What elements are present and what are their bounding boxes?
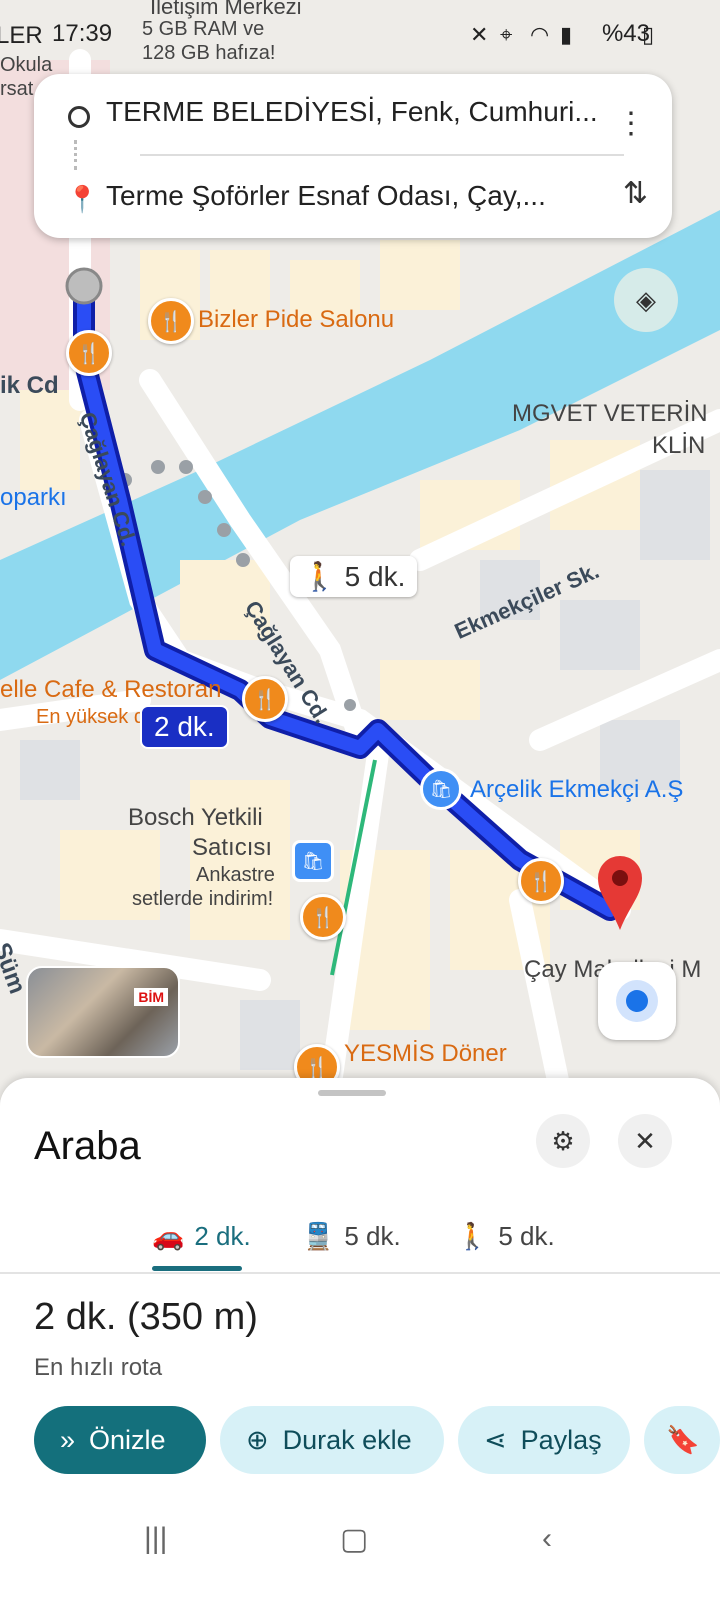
destination-row[interactable]: 📍 Terme Şoförler Esnaf Odası, Çay,... bbox=[34, 166, 672, 226]
restaurant-icon[interactable]: 🍴 bbox=[148, 298, 194, 344]
double-chevron-icon: » bbox=[60, 1424, 76, 1455]
route-time: 2 dk. bbox=[34, 1296, 117, 1338]
home-icon[interactable]: ▢ bbox=[340, 1522, 368, 1557]
save-button[interactable]: 🔖 bbox=[644, 1406, 720, 1474]
close-icon[interactable]: ✕ bbox=[618, 1114, 672, 1168]
tab-transit-label: 5 dk. bbox=[344, 1220, 401, 1251]
recent-apps-icon[interactable]: ||| bbox=[144, 1522, 167, 1556]
poi-bosch[interactable]: Bosch Yetkili bbox=[128, 804, 263, 832]
status-time: 17:39 bbox=[52, 20, 113, 47]
active-tab-indicator bbox=[152, 1266, 242, 1271]
share-button[interactable]: ⋖ Paylaş bbox=[458, 1406, 630, 1474]
shopping-bag-icon[interactable]: 🛍 bbox=[292, 840, 334, 882]
walk-icon: 🚶 bbox=[456, 1220, 489, 1251]
street-view-thumbnail[interactable]: BİM bbox=[26, 966, 180, 1058]
map-label-rsat: rsat bbox=[0, 78, 34, 100]
back-icon[interactable]: ‹ bbox=[542, 1522, 552, 1556]
add-stop-button[interactable]: ⊕ Durak ekle bbox=[220, 1406, 444, 1474]
poi-mgvet[interactable]: MGVET VETERİN bbox=[512, 400, 708, 428]
poi-mgvet-klin[interactable]: KLİN bbox=[652, 432, 705, 460]
walk-time-chip[interactable]: 🚶 5 dk. bbox=[290, 556, 418, 597]
sheet-title: Araba bbox=[34, 1124, 141, 1168]
share-label: Paylaş bbox=[520, 1424, 602, 1455]
tab-walking-label: 5 dk. bbox=[498, 1220, 555, 1251]
poi-yesmis-doner[interactable]: YESMİS Döner bbox=[344, 1040, 507, 1068]
origin-circle-icon bbox=[68, 106, 90, 128]
layers-icon[interactable]: ◈ bbox=[614, 268, 678, 332]
restaurant-icon[interactable]: 🍴 bbox=[242, 676, 288, 722]
restaurant-icon[interactable]: 🍴 bbox=[66, 330, 112, 376]
route-summary: 2 dk. (350 m) bbox=[34, 1296, 258, 1339]
poi-bizler-pide[interactable]: Bizler Pide Salonu bbox=[198, 306, 394, 334]
tab-transit[interactable]: 🚆 5 dk. bbox=[302, 1208, 401, 1264]
card-divider bbox=[140, 154, 624, 156]
poi-bosch-note-1: Ankastre bbox=[196, 864, 275, 886]
my-location-button[interactable] bbox=[598, 962, 676, 1040]
add-location-icon: ⊕ bbox=[246, 1424, 269, 1455]
poi-elle-cafe-note: En yüksek d bbox=[36, 706, 145, 728]
tab-driving[interactable]: 🚗 2 dk. bbox=[152, 1208, 251, 1264]
swap-vert-icon[interactable]: ⇅ bbox=[623, 176, 648, 211]
sheet-drag-handle[interactable] bbox=[318, 1090, 386, 1096]
poi-oparki[interactable]: oparkı bbox=[0, 484, 67, 512]
directions-card: TERME BELEDİYESİ, Fenk, Cumhuri... ⋮ 📍 T… bbox=[34, 74, 672, 238]
tab-walking[interactable]: 🚶 5 dk. bbox=[456, 1208, 555, 1264]
route-note: En hızlı rota bbox=[34, 1354, 163, 1381]
walk-time-label: 5 dk. bbox=[344, 561, 406, 592]
travel-mode-tabs: 🚗 2 dk. 🚆 5 dk. 🚶 5 dk. bbox=[0, 1200, 720, 1274]
restaurant-icon[interactable]: 🍴 bbox=[518, 858, 564, 904]
car-icon: 🚗 bbox=[152, 1220, 185, 1251]
poi-bosch-2[interactable]: Satıcısı bbox=[192, 834, 272, 862]
tune-icon[interactable]: ⚙ bbox=[536, 1114, 590, 1168]
bookmark-icon: 🔖 bbox=[666, 1425, 700, 1455]
drive-time-chip[interactable]: 2 dk. bbox=[140, 705, 229, 749]
destination-field[interactable]: Terme Şoförler Esnaf Odası, Çay,... bbox=[106, 180, 596, 212]
status-prefix-text: LER bbox=[0, 22, 43, 49]
walk-icon: 🚶 bbox=[302, 561, 337, 592]
more-vert-icon[interactable]: ⋮ bbox=[616, 106, 646, 141]
share-icon: ⋖ bbox=[484, 1424, 507, 1455]
preview-label: Önizle bbox=[89, 1424, 166, 1455]
street-label-ik-cd: ik Cd bbox=[0, 372, 59, 399]
location-icon: ⌖ bbox=[500, 22, 513, 47]
battery-icon: ▯ bbox=[642, 22, 655, 47]
store-sign-text: BİM bbox=[134, 988, 168, 1006]
restaurant-icon[interactable]: 🍴 bbox=[300, 894, 346, 940]
tab-driving-label: 2 dk. bbox=[194, 1220, 251, 1251]
signal-icon: ▮ bbox=[560, 22, 573, 47]
origin-row[interactable]: TERME BELEDİYESİ, Fenk, Cumhuri... ⋮ bbox=[34, 82, 672, 142]
poi-elle-cafe[interactable]: elle Cafe & Restoran bbox=[0, 676, 221, 704]
my-location-icon bbox=[626, 990, 648, 1012]
add-stop-label: Durak ekle bbox=[282, 1424, 412, 1455]
origin-field[interactable]: TERME BELEDİYESİ, Fenk, Cumhuri... bbox=[106, 96, 596, 128]
preview-button[interactable]: » Önizle bbox=[34, 1406, 206, 1474]
shopping-bag-icon[interactable]: 🛍 bbox=[420, 768, 462, 810]
route-distance: (350 m) bbox=[126, 1296, 258, 1338]
mute-icon: ✕ bbox=[470, 22, 489, 47]
poi-bosch-note-2: setlerde indirim! bbox=[132, 888, 274, 910]
wifi-icon: ◠ bbox=[530, 22, 550, 47]
system-nav-bar: ||| ▢ ‹ bbox=[0, 1490, 720, 1600]
transit-icon: 🚆 bbox=[302, 1220, 335, 1251]
poi-arcelik[interactable]: Arçelik Ekmekçi A.Ş bbox=[470, 776, 683, 804]
destination-pin-icon: 📍 bbox=[66, 184, 99, 214]
status-bar: LER 17:39 ✕ ⌖ ◠ ▮ %43 ▯ bbox=[0, 0, 720, 70]
